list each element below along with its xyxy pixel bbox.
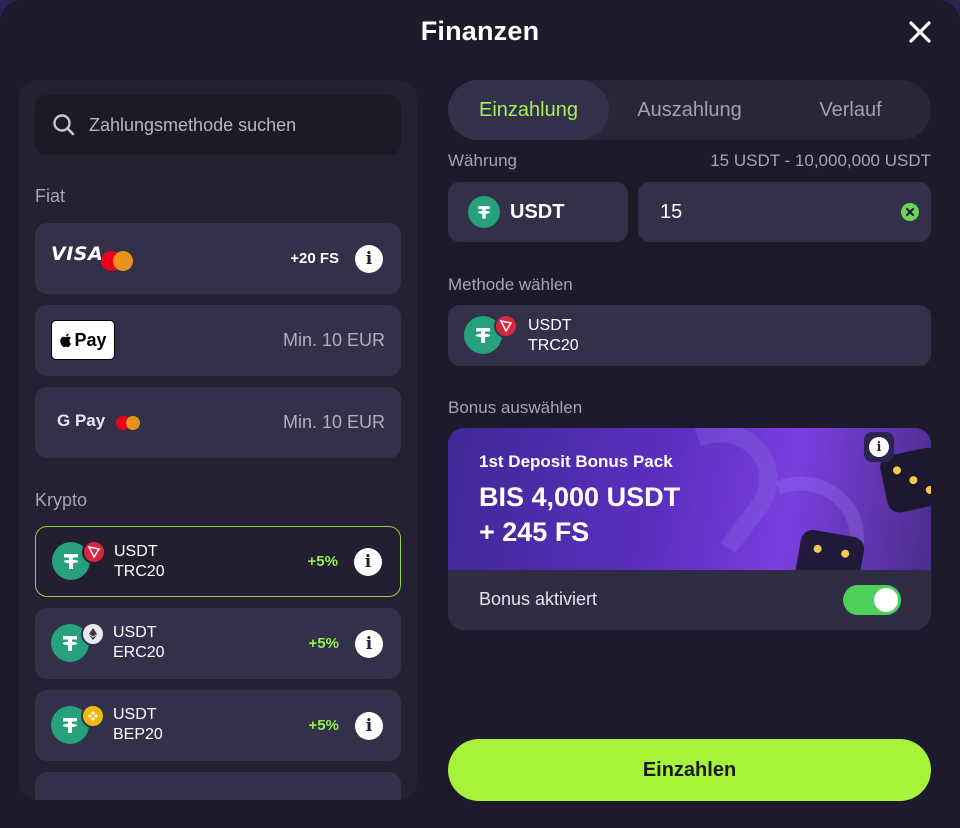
info-icon[interactable]: i [355,244,383,273]
bonus-percent: +5% [308,635,339,652]
coin-name: USDT TRC20 [114,543,165,580]
close-icon [909,21,931,43]
tabs: Einzahlung Auszahlung Verlauf [448,80,931,140]
method-select[interactable]: USDT TRC20 [448,305,931,366]
crypto-label: Krypto [35,490,88,510]
deposit-button[interactable]: Einzahlen [448,739,931,801]
info-icon[interactable]: i [354,547,382,576]
bonus-headline-1: BIS 4,000 USDT [479,482,681,512]
currency-value: USDT [510,201,565,223]
mastercard-icon [101,251,133,271]
bonus-label: Bonus auswählen [448,398,583,417]
method-usdt-erc20[interactable]: USDT ERC20 +5% i [35,608,401,679]
method-google-pay[interactable]: G Pay Min. 10 EUR [35,387,401,458]
bonus-info-button[interactable]: i [864,432,894,462]
bonus-toggle-label: Bonus aktiviert [479,589,598,609]
clear-icon[interactable] [901,203,919,221]
close-button[interactable] [906,18,934,46]
coin-logo [52,539,106,582]
bonus-banner: 1st Deposit Bonus Pack BIS 4,000 USDT + … [448,428,931,570]
tab-verlauf[interactable]: Verlauf [770,80,931,140]
bonus-percent: +5% [308,717,339,734]
payment-method-panel: Fiat VISA +20 FS i Pay Min. 10 EUR G Pay… [19,80,417,800]
method-visa-mastercard[interactable]: VISA +20 FS i [35,223,401,294]
coin-logo [51,621,105,664]
coin-logo [464,314,520,356]
amount-range: 15 USDT - 10,000,000 USDT [710,151,931,170]
search-icon [53,114,75,136]
info-icon[interactable]: i [355,711,383,740]
apple-pay-logo: Pay [51,320,115,360]
amount-value[interactable]: 15 [660,201,682,224]
currency-label: Währung [448,151,517,170]
search-input[interactable] [89,114,389,136]
apple-pay-text: Pay [74,329,107,350]
min-amount: Min. 10 EUR [282,412,385,432]
search-box[interactable] [35,95,401,155]
google-pay-logo: G Pay [57,411,106,430]
method-next-partial[interactable] [35,772,401,800]
tab-auszahlung[interactable]: Auszahlung [609,80,770,140]
bnb-icon [81,703,105,728]
info-icon: i [869,437,889,457]
tron-icon [82,539,106,564]
coin-name: USDT ERC20 [113,624,165,661]
tether-icon [468,196,500,228]
ethereum-icon [81,621,105,646]
method-usdt-bep20[interactable]: USDT BEP20 +5% i [35,690,401,761]
amount-field[interactable]: 15 [638,182,931,242]
apple-icon [60,333,72,348]
bonus-toggle-row: Bonus aktiviert [448,570,931,630]
modal-title: Finanzen [420,16,540,46]
tron-icon [494,314,518,338]
info-icon[interactable]: i [355,629,383,658]
bonus-toggle[interactable] [843,585,901,615]
toggle-knob [874,588,898,612]
bonus-percent: +5% [307,553,338,570]
coin-name: USDT BEP20 [113,706,163,743]
mastercard-icon [116,416,140,430]
fiat-label: Fiat [35,186,66,206]
min-amount: Min. 10 EUR [282,330,385,350]
currency-select[interactable]: USDT [448,182,628,242]
method-usdt-trc20[interactable]: USDT TRC20 +5% i [35,526,401,597]
bonus-headline-2: + 245 FS [479,517,590,547]
method-apple-pay[interactable]: Pay Min. 10 EUR [35,305,401,376]
finance-modal: Finanzen Fiat VISA +20 FS i Pay Min. 10 … [0,0,960,828]
method-label: Methode wählen [448,275,573,294]
coin-logo [51,703,105,746]
visa-logo: VISA [51,243,104,265]
bonus-card: 1st Deposit Bonus Pack BIS 4,000 USDT + … [448,428,931,630]
method-name: USDT TRC20 [528,317,579,354]
bonus-pack-title: 1st Deposit Bonus Pack [479,452,673,471]
tab-einzahlung[interactable]: Einzahlung [448,80,609,140]
free-spins-badge: +20 FS [290,250,339,267]
